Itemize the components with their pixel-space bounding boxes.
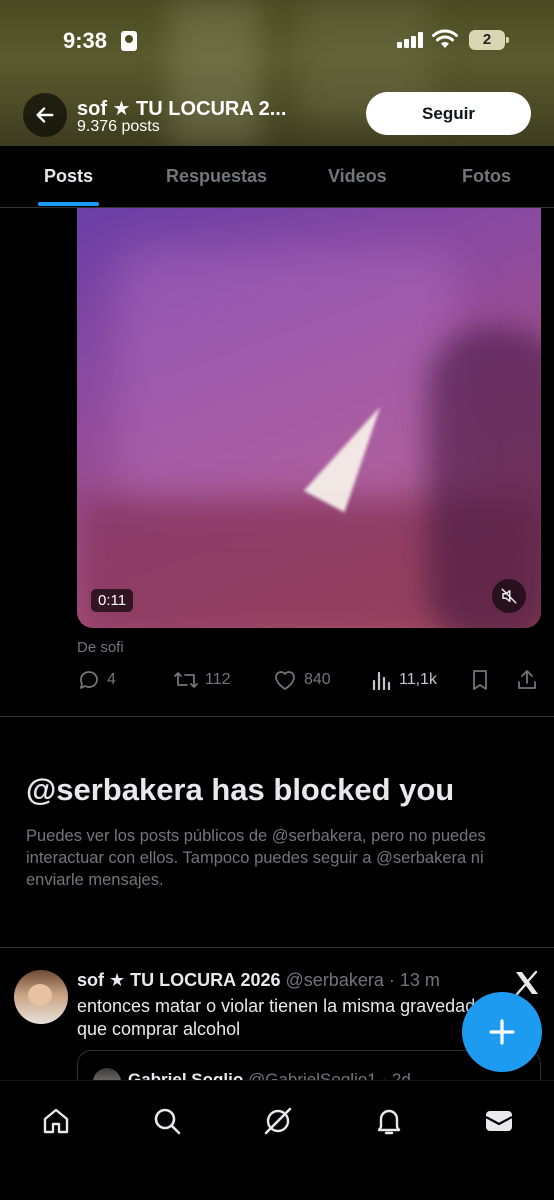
repost-count: 112 <box>205 671 231 688</box>
x-logo-icon <box>515 970 538 996</box>
views-chart-icon <box>372 671 391 691</box>
bell-icon <box>377 1109 401 1135</box>
grok-icon <box>264 1107 292 1135</box>
repost-button[interactable]: 112 <box>173 666 231 694</box>
signal-icon <box>397 32 425 48</box>
nav-messages[interactable] <box>477 1099 521 1143</box>
id-badge-icon <box>121 31 137 51</box>
tweet-header: sof ★ TU LOCURA 2026 @serbakera · 13 m <box>77 970 440 991</box>
speaker-muted-icon <box>501 588 517 604</box>
nav-home[interactable] <box>34 1099 78 1143</box>
heart-icon <box>275 671 295 690</box>
divider <box>0 947 554 948</box>
nav-grok[interactable] <box>256 1099 300 1143</box>
tweet-meta: @serbakera · 13 m <box>285 970 440 990</box>
reply-count: 4 <box>107 671 116 688</box>
plus-icon <box>489 1019 515 1045</box>
share-button[interactable] <box>515 666 539 694</box>
video-duration: 0:11 <box>91 589 134 612</box>
compose-button[interactable] <box>462 992 542 1072</box>
like-count: 840 <box>304 671 331 688</box>
tweet-author-name[interactable]: sof ★ TU LOCURA 2026 <box>77 970 281 990</box>
tweet-text: entonces matar o violar tienen la misma … <box>77 996 476 1039</box>
video-player[interactable]: 0:11 <box>77 208 541 628</box>
blocked-title: @serbakera has blocked you <box>26 772 455 807</box>
follow-button[interactable]: Seguir <box>366 92 531 135</box>
nav-search[interactable] <box>145 1099 189 1143</box>
mail-icon <box>485 1111 513 1131</box>
avatar[interactable] <box>14 970 68 1024</box>
tab-fotos[interactable]: Fotos <box>462 166 511 187</box>
share-icon <box>518 670 536 689</box>
wifi-icon <box>432 29 458 48</box>
video-source: De sofi <box>77 639 124 656</box>
tab-posts[interactable]: Posts <box>44 166 93 187</box>
battery-indicator: 2 <box>469 30 509 50</box>
post-actions: 4 112 840 11,1k <box>77 666 541 694</box>
bottom-navigation <box>0 1080 554 1200</box>
divider <box>0 716 554 717</box>
bookmark-icon <box>473 670 487 690</box>
blocked-description: Puedes ver los posts públicos de @serbak… <box>26 827 486 889</box>
home-icon <box>43 1108 69 1134</box>
views-button[interactable]: 11,1k <box>371 666 437 694</box>
tab-respuestas[interactable]: Respuestas <box>166 166 267 187</box>
profile-tabs: Posts Respuestas Videos Fotos <box>0 146 554 208</box>
arrow-left-icon <box>36 107 54 123</box>
active-tab-indicator <box>38 202 99 206</box>
nav-notifications[interactable] <box>367 1099 411 1143</box>
mute-button[interactable] <box>492 579 526 613</box>
status-bar: 9:38 2 <box>0 26 554 56</box>
search-icon <box>154 1108 181 1135</box>
repost-icon <box>174 672 198 688</box>
reply-icon <box>80 671 98 689</box>
tab-videos[interactable]: Videos <box>328 166 387 187</box>
post-count: 9.376 posts <box>77 118 160 135</box>
reply-button[interactable]: 4 <box>77 666 116 694</box>
back-button[interactable] <box>23 93 67 137</box>
like-button[interactable]: 840 <box>272 666 331 694</box>
status-time: 9:38 <box>63 28 108 53</box>
views-count: 11,1k <box>399 671 437 688</box>
bookmark-button[interactable] <box>469 666 491 694</box>
